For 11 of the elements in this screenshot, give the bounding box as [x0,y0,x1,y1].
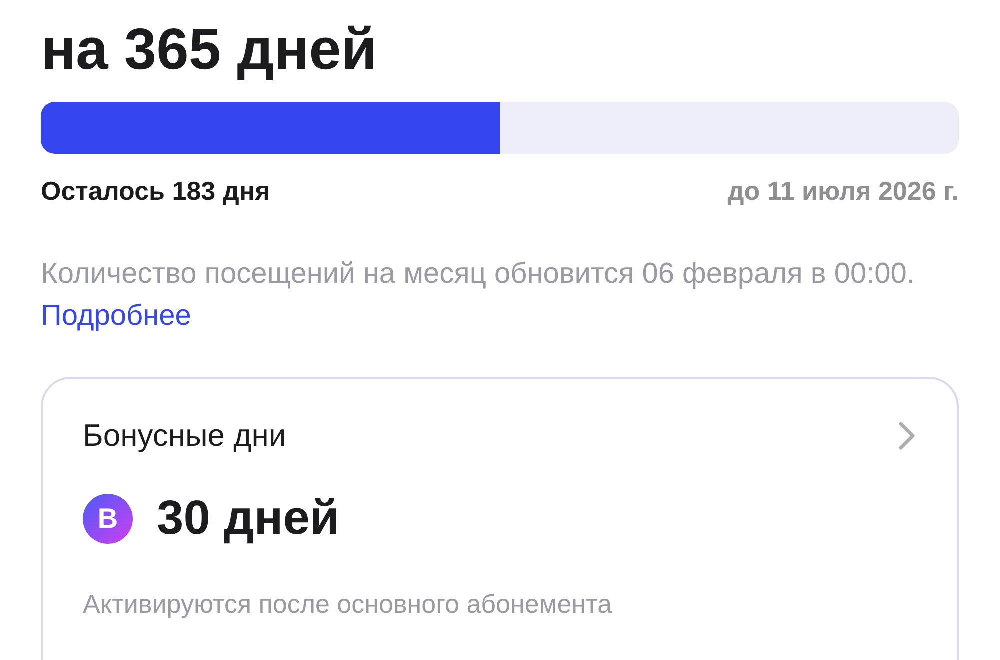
end-date: до 11 июля 2026 г. [728,174,959,208]
bonus-caption: Активируются после основного абонемента [83,588,614,622]
bonus-days: 30 дней [157,483,340,556]
visits-notice: Количество посещений на месяц обновится 06 февраля в 00:00. Подробнее [41,256,916,334]
days-remaining: Осталось 183 дня [41,174,270,208]
subscription-title: на 365 дней [41,18,378,82]
bonus-card[interactable]: Бонусные дни B 30 дней Активируются после основного абонемента [41,376,959,660]
chevron-right-icon [897,420,917,452]
bonus-badge: B [83,494,133,544]
card-title: Бонусные дни [83,416,286,455]
details-link[interactable]: Подробнее [41,300,192,332]
